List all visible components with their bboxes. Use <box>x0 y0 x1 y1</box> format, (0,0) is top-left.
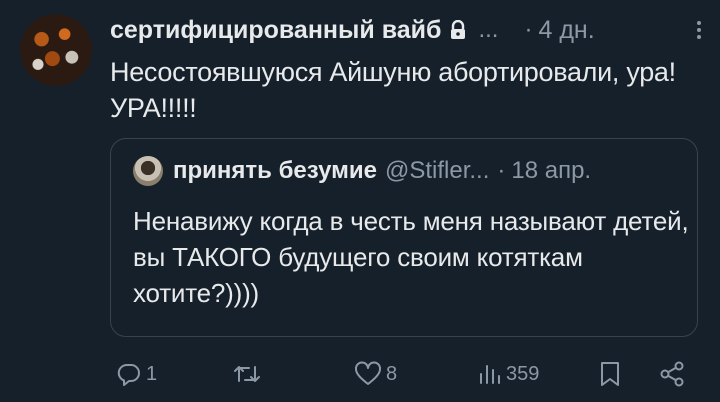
lock-icon <box>451 20 466 39</box>
avatar[interactable] <box>20 14 92 86</box>
action-bar: 1 8 359 <box>110 356 700 392</box>
bookmark-icon <box>601 362 619 386</box>
reply-count: 1 <box>146 362 158 385</box>
views-button[interactable]: 359 <box>476 356 539 392</box>
share-button[interactable] <box>658 356 686 392</box>
views-icon <box>480 365 500 384</box>
repost-button[interactable] <box>232 356 266 392</box>
separator-dot: · <box>497 157 506 184</box>
author-name[interactable]: сертифицированный вайб <box>110 16 441 45</box>
tweet-header: сертифицированный вайб ... · 4 дн. <box>110 12 702 48</box>
author-handle[interactable]: ... <box>478 16 498 44</box>
separator-dot: · <box>524 16 533 43</box>
quoted-author-name: принять безумие <box>173 157 377 184</box>
more-icon[interactable] <box>696 19 702 41</box>
reply-icon <box>117 363 140 386</box>
like-icon <box>355 361 381 385</box>
quoted-header: принять безумие @Stifler... · 18 апр. <box>133 153 685 189</box>
views-count: 359 <box>506 362 540 385</box>
tweet-time[interactable]: 4 дн. <box>538 16 594 45</box>
quoted-time: 18 апр. <box>511 157 592 184</box>
quoted-tweet[interactable]: принять безумие @Stifler... · 18 апр. Не… <box>110 138 698 337</box>
quoted-text: Ненавижу когда в честь меня называют дет… <box>133 206 689 308</box>
repost-icon <box>234 366 260 382</box>
like-button[interactable]: 8 <box>354 356 397 392</box>
reply-button[interactable]: 1 <box>116 356 157 392</box>
quoted-author-handle: @Stifler... <box>384 157 490 184</box>
share-icon <box>660 361 684 387</box>
tweet-text: Несостоявшуюся Айшуню абортировали, ура!… <box>110 57 676 123</box>
like-count: 8 <box>386 362 398 385</box>
quoted-avatar <box>133 156 163 186</box>
bookmark-button[interactable] <box>598 356 622 392</box>
